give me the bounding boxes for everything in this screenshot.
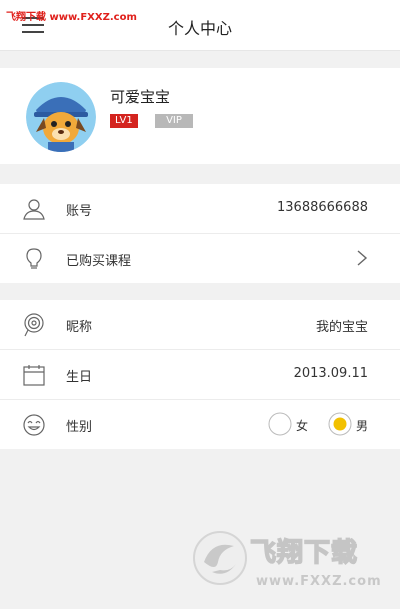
avatar[interactable]: [26, 82, 96, 152]
gender-female-label: 女: [296, 419, 309, 433]
purchased-courses-row[interactable]: 已购买课程: [0, 234, 400, 283]
info-group: 昵称 我的宝宝 生日 2013.09.11 性别 女 男: [0, 300, 400, 449]
watermark-text: 飞翔下载 www.FXXZ.com: [6, 12, 137, 23]
purchased-courses-label: 已购买课程: [66, 254, 132, 269]
user-name: 可爱宝宝: [110, 88, 171, 106]
gender-male-radio[interactable]: [328, 412, 352, 436]
level-badge: LV1: [110, 114, 138, 128]
birthday-row[interactable]: 生日 2013.09.11: [0, 350, 400, 400]
profile-card[interactable]: 可爱宝宝 LV1 VIP: [0, 68, 400, 164]
chevron-right-icon[interactable]: [356, 250, 368, 266]
nickname-value: 我的宝宝: [315, 320, 368, 335]
account-value: 13688666688: [277, 200, 368, 215]
nickname-label: 昵称: [66, 320, 93, 335]
birthday-label: 生日: [66, 370, 93, 385]
watermark-logo: 飞翔下载 www.FXXZ.com: [190, 528, 390, 598]
face-icon: [23, 414, 45, 436]
watermark-brand: 飞翔下载: [249, 537, 359, 569]
vip-badge: VIP: [155, 114, 193, 128]
nickname-row[interactable]: 昵称 我的宝宝: [0, 300, 400, 350]
birthday-value: 2013.09.11: [293, 366, 368, 381]
watermark-url: www.FXXZ.com: [256, 574, 382, 589]
gender-row: 性别 女 男: [0, 400, 400, 449]
account-group: 账号 13688666688 已购买课程: [0, 184, 400, 283]
account-label: 账号: [66, 204, 93, 219]
gender-male-label: 男: [356, 419, 369, 433]
gender-label: 性别: [66, 420, 93, 435]
gender-female-radio[interactable]: [268, 412, 292, 436]
user-icon: [23, 199, 45, 220]
calendar-icon: [23, 365, 45, 386]
lightbulb-icon: [26, 248, 42, 269]
lollipop-icon: [24, 313, 44, 337]
account-row[interactable]: 账号 13688666688: [0, 184, 400, 234]
